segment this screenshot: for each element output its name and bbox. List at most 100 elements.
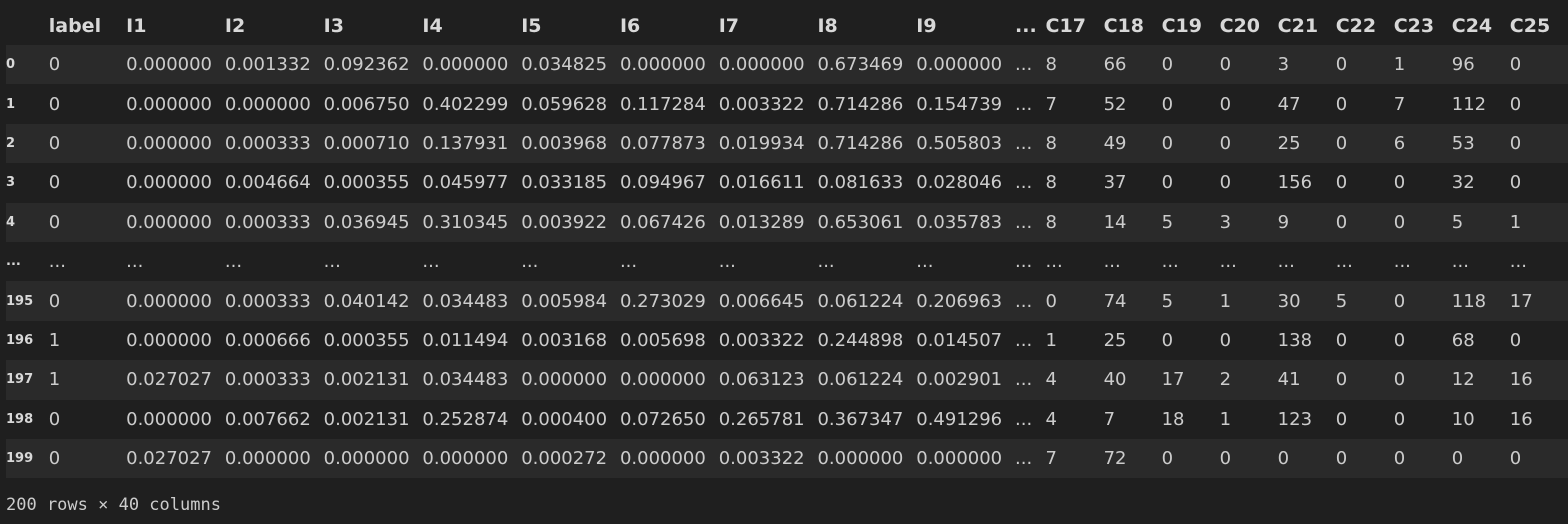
table-cell: 0.005984 — [521, 290, 608, 312]
table-cell: 0.000000 — [126, 290, 213, 312]
table-cell: 0.000000 — [126, 172, 213, 194]
table-row: 197 1 0.027027 0.000333 0.002131 0.034483 0.00… — [6, 360, 1568, 400]
table-cell: 1 — [1219, 408, 1232, 430]
table-cell: 5 — [1161, 211, 1174, 233]
table-cell: 0 — [1510, 124, 1568, 163]
table-cell: 0.310345 — [422, 211, 509, 233]
table-cell: 0 — [1335, 448, 1348, 470]
table-cell: 0 — [1393, 408, 1406, 430]
table-cell: 49 — [1103, 132, 1127, 154]
table-cell: ... — [49, 242, 126, 281]
table-cell: ... — [1220, 251, 1295, 273]
table-cell: 0 — [1335, 329, 1348, 351]
table-cell: 53 — [1451, 132, 1475, 154]
table-cell: 9 — [1277, 211, 1290, 233]
table-cell: 0.000400 — [521, 408, 608, 430]
table-cell: ... — [422, 242, 521, 281]
table-cell: 0.040142 — [323, 290, 410, 312]
table-cell: ... — [521, 251, 638, 273]
table-cell: ... — [1015, 448, 1033, 470]
table-cell: 0.004664 — [224, 172, 311, 194]
table-cell: 0 — [1161, 172, 1174, 194]
table-cell: 0.000000 — [126, 54, 213, 76]
column-header: C18 — [1103, 14, 1144, 37]
table-cell: ... — [1015, 329, 1033, 351]
table-cell: 0.094967 — [619, 172, 706, 194]
table-cell: 0.714286 — [817, 93, 904, 115]
table-cell: 0 — [1219, 329, 1232, 351]
table-row: 195 0 0.000000 0.000333 0.040142 0.034483 0.00… — [6, 281, 1568, 321]
table-cell: 0 — [1509, 93, 1522, 115]
table-cell: 0.252874 — [422, 408, 509, 430]
table-cell: ... — [1162, 251, 1237, 273]
table-cell: 0 — [1509, 448, 1522, 470]
row-index: 199 — [6, 451, 34, 467]
header-row: label I1 I2 I3 I4 I5 I6 I7 I8 I9... C17 C18 C19 C20 C2… — [6, 6, 1568, 45]
table-cell: ... — [916, 242, 1015, 281]
table-cell: 0 — [1161, 93, 1174, 115]
table-cell: 112 — [1451, 93, 1487, 115]
table-cell: 0.077873 — [619, 132, 706, 154]
table-cell: 138 — [1277, 329, 1313, 351]
column-header: C23 — [1393, 14, 1435, 37]
column-header: ... — [1015, 14, 1037, 37]
table-cell: 68 — [1451, 329, 1475, 351]
column-header: C21 — [1277, 14, 1319, 37]
table-cell: 1 — [48, 329, 61, 351]
table-cell: 0 — [1510, 321, 1568, 360]
table-cell: 0.035783 — [916, 211, 1003, 233]
table-cell: ... — [1510, 242, 1568, 281]
table-cell: 0.000000 — [126, 211, 213, 233]
table-cell: 0.673469 — [817, 54, 904, 76]
table-cell: 0.000000 — [916, 448, 1003, 470]
row-index: 198 — [6, 411, 34, 427]
table-cell: 0.003322 — [718, 448, 805, 470]
table-cell: 14 — [1103, 211, 1127, 233]
table-cell: ... — [1015, 93, 1033, 115]
table-cell: 0.033185 — [521, 172, 608, 194]
table-cell: 4 — [1045, 408, 1057, 430]
table-cell: 8 — [1045, 132, 1057, 154]
table-cell: ... — [1278, 251, 1353, 273]
table-cell: 0 — [1161, 132, 1174, 154]
table-cell: 0.003968 — [521, 132, 608, 154]
table-row: ........................................… — [6, 241, 1568, 282]
table-cell: 0.034483 — [422, 290, 509, 312]
table-cell: ... — [1015, 290, 1033, 312]
table-cell: 0.013289 — [718, 211, 805, 233]
table-cell: 74 — [1103, 290, 1127, 312]
table-cell: 25 — [1103, 329, 1127, 351]
column-header: I1 — [126, 14, 147, 37]
table-cell: ... — [225, 251, 341, 273]
table-cell: 123 — [1277, 408, 1313, 430]
table-cell: 0.011494 — [422, 329, 509, 351]
row-index: 195 — [6, 293, 34, 309]
table-cell: 0.034483 — [422, 369, 509, 391]
table-cell: 0 — [1335, 369, 1348, 391]
table-cell: 30 — [1277, 290, 1301, 312]
table-cell: 0 — [48, 290, 61, 312]
table-cell: 72 — [1103, 448, 1127, 470]
table-cell: 0 — [48, 172, 61, 194]
table-cell: 0.000000 — [422, 54, 509, 76]
table-cell: 0.028046 — [916, 172, 1003, 194]
table-cell: 25 — [1277, 132, 1301, 154]
table-cell: 0.000000 — [126, 132, 213, 154]
row-index: 197 — [6, 372, 34, 388]
table-cell: 32 — [1451, 172, 1475, 194]
table-cell: ... — [1046, 251, 1121, 273]
row-index: ... — [6, 254, 21, 270]
table-cell: 0.000333 — [224, 290, 311, 312]
table-cell: 8 — [1045, 172, 1057, 194]
table-cell: 0.059628 — [521, 93, 608, 115]
table-cell: 0.061224 — [817, 369, 904, 391]
column-header: C20 — [1219, 14, 1261, 37]
table-cell: 0.000000 — [718, 54, 805, 76]
table-cell: 0 — [1393, 448, 1406, 470]
table-cell: 0 — [1335, 408, 1348, 430]
dataframe-table: label I1 I2 I3 I4 I5 I6 I7 I8 I9... C17 C18 C19 C20 C2… — [6, 6, 1568, 479]
table-cell: 0 — [1219, 172, 1232, 194]
table-cell: 0.206963 — [916, 290, 1003, 312]
table-cell: 0.000333 — [224, 369, 311, 391]
table-cell: 0 — [1335, 93, 1348, 115]
